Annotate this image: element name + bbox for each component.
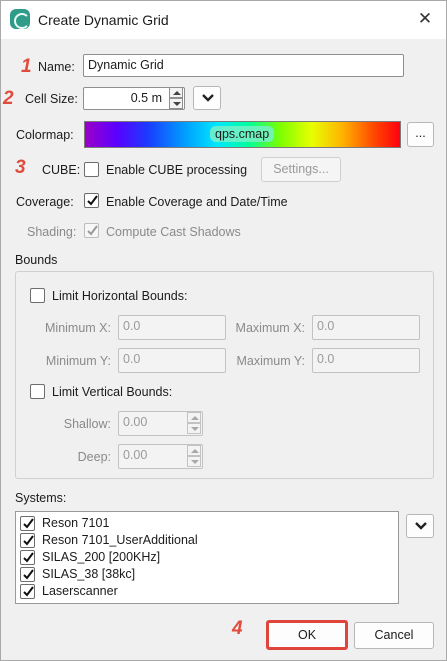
cube-settings-button[interactable]: Settings... xyxy=(261,157,341,182)
title-bar: Create Dynamic Grid ✕ xyxy=(1,1,446,39)
cube-checkbox[interactable] xyxy=(84,162,99,177)
colormap-browse-button[interactable]: ... xyxy=(407,122,434,147)
ok-button-label: OK xyxy=(297,628,317,642)
limit-horizontal-checkbox[interactable] xyxy=(30,288,45,303)
checkmark-icon xyxy=(87,195,98,206)
coverage-checkbox-label[interactable]: Enable Coverage and Date/Time xyxy=(106,195,288,209)
chevron-down-icon xyxy=(202,94,214,102)
systems-list[interactable]: Reson 7101 Reson 7101_UserAdditional SIL… xyxy=(15,511,399,604)
deep-stepper[interactable] xyxy=(187,445,201,468)
system-label: Laserscanner xyxy=(42,584,118,598)
close-icon[interactable]: ✕ xyxy=(413,7,437,31)
name-label: Name: xyxy=(38,60,75,74)
checkmark-icon xyxy=(23,552,34,563)
system-checkbox[interactable] xyxy=(20,584,35,599)
stepper-up-icon[interactable] xyxy=(187,445,201,456)
colormap-preview[interactable]: qps.cmap xyxy=(84,121,401,148)
system-checkbox[interactable] xyxy=(20,533,35,548)
colormap-name: qps.cmap xyxy=(210,126,275,142)
checkmark-icon xyxy=(23,535,34,546)
colormap-label: Colormap: xyxy=(16,128,74,142)
marker-1: 1 xyxy=(21,56,32,77)
stepper-down-icon[interactable] xyxy=(187,456,201,467)
stepper-down-icon[interactable] xyxy=(187,423,201,434)
app-logo-icon xyxy=(10,9,30,29)
create-dynamic-grid-dialog: Create Dynamic Grid ✕ 1 Name: Dynamic Gr… xyxy=(0,0,447,661)
coverage-label: Coverage: xyxy=(16,195,74,209)
chevron-down-icon xyxy=(415,522,427,530)
marker-2: 2 xyxy=(3,88,14,109)
system-label: Reson 7101_UserAdditional xyxy=(42,533,198,547)
maximum-x-label: Maximum X: xyxy=(235,321,305,335)
shading-checkbox-label: Compute Cast Shadows xyxy=(106,225,241,239)
system-label: Reson 7101 xyxy=(42,516,110,530)
deep-label: Deep: xyxy=(77,450,111,464)
limit-vertical-checkbox[interactable] xyxy=(30,384,45,399)
stepper-down-icon[interactable] xyxy=(169,98,183,109)
limit-vertical-label[interactable]: Limit Vertical Bounds: xyxy=(52,385,172,399)
cell-size-stepper[interactable] xyxy=(169,87,183,109)
coverage-checkbox[interactable] xyxy=(84,193,99,208)
minimum-y-input[interactable]: 0.0 xyxy=(118,348,226,373)
stepper-up-icon[interactable] xyxy=(187,412,201,423)
checkmark-icon xyxy=(23,586,34,597)
name-input[interactable]: Dynamic Grid xyxy=(83,54,404,77)
minimum-x-label: Minimum X: xyxy=(45,321,111,335)
cube-label: CUBE: xyxy=(42,163,81,177)
minimum-y-label: Minimum Y: xyxy=(45,354,111,368)
system-checkbox[interactable] xyxy=(20,567,35,582)
system-label: SILAS_38 [38kc] xyxy=(42,567,136,581)
system-checkbox[interactable] xyxy=(20,550,35,565)
shading-checkbox[interactable] xyxy=(84,223,99,238)
stepper-up-icon[interactable] xyxy=(169,87,183,98)
shallow-label: Shallow: xyxy=(63,417,111,431)
maximum-x-input[interactable]: 0.0 xyxy=(312,315,420,340)
system-label: SILAS_200 [200KHz] xyxy=(42,550,161,564)
cube-checkbox-label[interactable]: Enable CUBE processing xyxy=(106,163,247,177)
maximum-y-input[interactable]: 0.0 xyxy=(312,348,420,373)
checkmark-icon xyxy=(23,569,34,580)
window-title: Create Dynamic Grid xyxy=(38,12,169,28)
checkmark-icon xyxy=(87,225,98,236)
systems-label: Systems: xyxy=(15,491,67,505)
marker-3: 3 xyxy=(15,157,26,178)
cell-size-dropdown-button[interactable] xyxy=(193,86,221,110)
maximum-y-label: Maximum Y: xyxy=(236,354,305,368)
checkmark-icon xyxy=(23,518,34,529)
minimum-x-input[interactable]: 0.0 xyxy=(118,315,226,340)
limit-horizontal-label[interactable]: Limit Horizontal Bounds: xyxy=(52,289,187,303)
marker-4: 4 xyxy=(232,618,243,639)
ok-button[interactable]: OK xyxy=(266,620,348,650)
cell-size-label: Cell Size: xyxy=(25,92,78,106)
shading-label: Shading: xyxy=(27,225,77,239)
bounds-title: Bounds xyxy=(15,253,58,267)
shallow-stepper[interactable] xyxy=(187,412,201,435)
systems-dropdown-button[interactable] xyxy=(406,514,434,538)
system-checkbox[interactable] xyxy=(20,516,35,531)
cancel-button[interactable]: Cancel xyxy=(354,622,434,649)
